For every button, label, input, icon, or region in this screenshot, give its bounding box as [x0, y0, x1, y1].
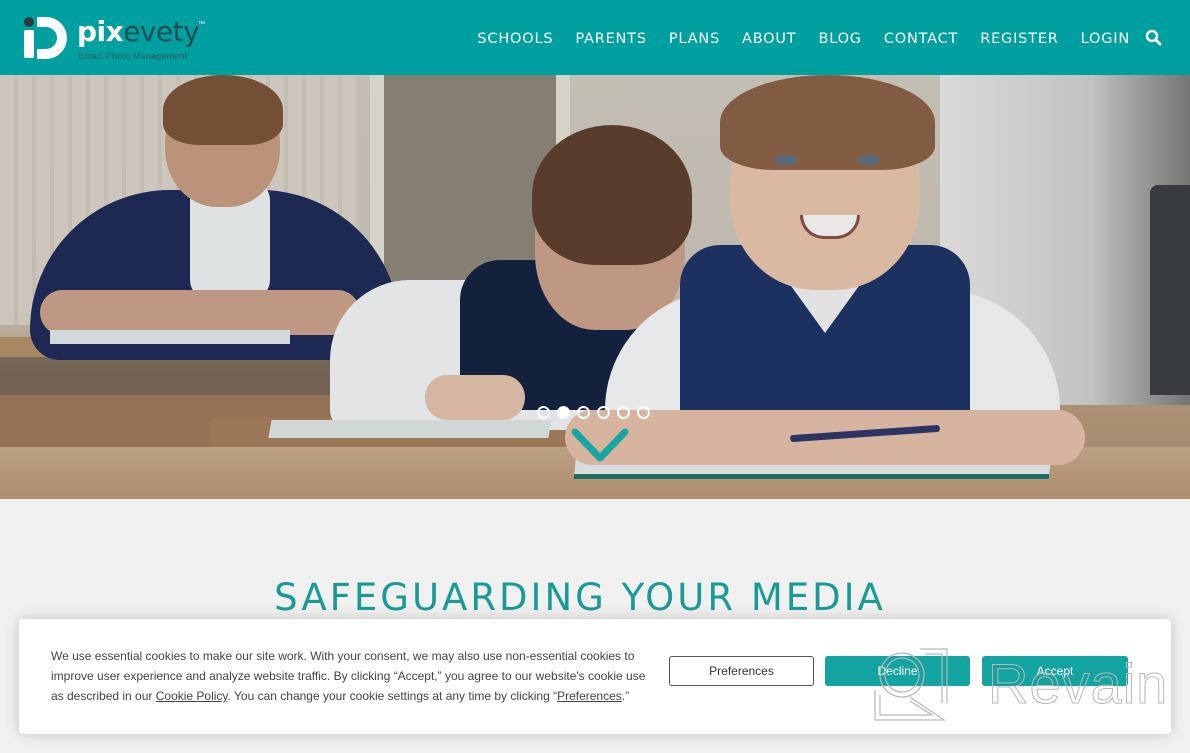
nav-blog[interactable]: BLOG — [818, 30, 861, 48]
chevron-down-icon[interactable] — [570, 428, 630, 464]
nav-plans[interactable]: PLANS — [669, 30, 720, 48]
cookie-message: We use essential cookies to make our sit… — [51, 646, 656, 706]
slider-dot[interactable] — [597, 406, 610, 419]
nav-schools[interactable]: SCHOOLS — [477, 30, 553, 48]
search-icon[interactable] — [1145, 29, 1162, 46]
brand-name-part2: evety — [123, 15, 200, 48]
main-nav: SCHOOLS PARENTS PLANS ABOUT BLOG CONTACT… — [477, 30, 1130, 48]
slider-dot[interactable] — [577, 406, 590, 419]
nav-about[interactable]: ABOUT — [742, 30, 797, 48]
preferences-link[interactable]: Preferences — [557, 689, 622, 703]
brand-logo[interactable]: pixevety ™ Smart Photo Management — [20, 13, 220, 65]
accept-button[interactable]: Accept — [982, 656, 1128, 686]
nav-login[interactable]: LOGIN — [1081, 30, 1130, 48]
slider-dots — [537, 406, 650, 419]
nav-contact[interactable]: CONTACT — [884, 30, 958, 48]
cookie-banner: We use essential cookies to make our sit… — [19, 619, 1171, 734]
slider-dot[interactable] — [557, 406, 570, 419]
site-header: pixevety ™ Smart Photo Management SCHOOL… — [0, 0, 1190, 75]
decline-button[interactable]: Decline — [825, 656, 970, 686]
brand-tagline: Smart Photo Management — [78, 51, 188, 61]
cookie-policy-link[interactable]: Cookie Policy — [156, 689, 228, 703]
preferences-button[interactable]: Preferences — [669, 656, 814, 686]
slider-dot[interactable] — [637, 406, 650, 419]
nav-parents[interactable]: PARENTS — [575, 30, 646, 48]
trademark: ™ — [198, 21, 205, 28]
logo-mark-icon — [24, 17, 67, 59]
section-title: SAFEGUARDING YOUR MEDIA — [274, 576, 886, 619]
slider-dot[interactable] — [537, 406, 550, 419]
cookie-text-part3: .” — [621, 689, 630, 703]
slider-dot[interactable] — [617, 406, 630, 419]
brand-name: pixevety — [77, 15, 200, 48]
cookie-text-part2: . You can change your cookie settings at… — [227, 689, 558, 703]
nav-register[interactable]: REGISTER — [980, 30, 1058, 48]
brand-name-part1: pix — [77, 15, 124, 48]
